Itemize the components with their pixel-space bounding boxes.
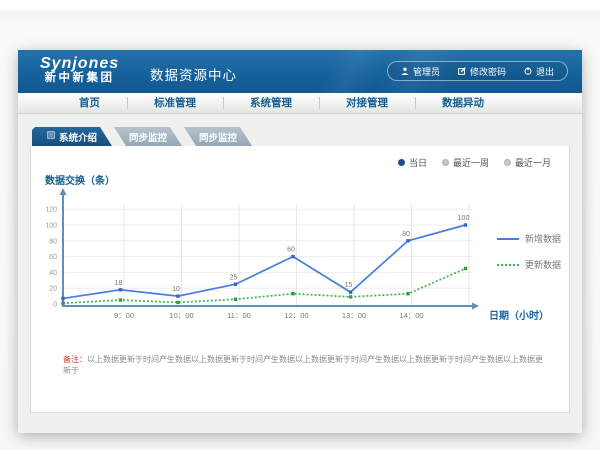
line-chart: 0 20 40 60 80 100 120 9：00 10：00 11：00 12：00 13：00 1… [31, 146, 571, 331]
change-password-button[interactable]: 修改密码 [449, 65, 515, 78]
footnote: 备注：以上数据更新于时间产生数据以上数据更新于时间产生数据以上数据更新于时间产生… [63, 354, 543, 376]
svg-text:11：00: 11：00 [227, 311, 251, 320]
user-icon [401, 67, 409, 75]
svg-text:15: 15 [345, 282, 353, 289]
change-password-label: 修改密码 [470, 65, 506, 78]
svg-text:60: 60 [287, 247, 295, 254]
chart-panel: 当日 最近一周 最近一月 数据交换（条） 0204060801001209：00… [30, 146, 570, 413]
svg-text:40: 40 [49, 270, 57, 277]
footnote-label: 备注： [63, 355, 87, 364]
svg-text:100: 100 [458, 215, 470, 222]
tab-sync-monitor-1[interactable]: 同步监控 [114, 127, 182, 146]
svg-text:80: 80 [402, 231, 410, 238]
tab-bar: 系统介绍 同步监控 同步监控 [32, 127, 570, 146]
svg-text:25: 25 [230, 274, 238, 281]
tab-sync-monitor-2-label: 同步监控 [199, 130, 237, 144]
legend-label: 更新数据 [525, 258, 561, 271]
brand-logo-en: Synjones [40, 55, 119, 72]
app-title: 数据资源中心 [136, 64, 237, 84]
svg-text:100: 100 [45, 223, 57, 230]
legend-label: 新增数据 [525, 232, 561, 245]
series-新增数据: 18 10 25 60 15 80 100 [61, 215, 469, 300]
svg-text:12：00: 12：00 [284, 311, 308, 320]
svg-text:120: 120 [45, 207, 57, 214]
svg-text:14：00: 14：00 [399, 311, 423, 320]
logout-button[interactable]: 退出 [515, 65, 563, 78]
tab-system-intro[interactable]: 系统介绍 [32, 127, 112, 146]
admin-user-button[interactable]: 管理员 [392, 65, 449, 78]
content-area: 系统介绍 同步监控 同步监控 当日 最近一周 [18, 114, 582, 413]
svg-text:10：00: 10：00 [169, 311, 193, 320]
app-header: Synjones 新中新集团 数据资源中心 管理员 修改密码 退出 [18, 50, 582, 93]
legend-item-更新数据[interactable]: 更新数据 [497, 258, 561, 271]
user-actions: 管理员 修改密码 退出 [387, 61, 568, 81]
document-icon [47, 131, 55, 142]
nav-item-interface[interactable]: 对接管理 [319, 93, 415, 113]
tab-sync-monitor-1-label: 同步监控 [129, 130, 167, 144]
app-window: Synjones 新中新集团 数据资源中心 管理员 修改密码 退出 [18, 50, 582, 433]
brand-logo-cn: 新中新集团 [40, 72, 119, 85]
svg-text:80: 80 [49, 238, 57, 245]
chart-legend: 新增数据更新数据 [497, 232, 561, 271]
tab-sync-monitor-2[interactable]: 同步监控 [184, 127, 252, 146]
legend-line-sample [497, 264, 519, 266]
svg-text:9：00: 9：00 [114, 311, 134, 320]
nav-item-system[interactable]: 系统管理 [223, 93, 319, 113]
logout-label: 退出 [536, 65, 554, 78]
svg-text:10: 10 [172, 286, 180, 293]
nav-item-home[interactable]: 首页 [52, 93, 127, 113]
svg-text:18: 18 [115, 280, 123, 287]
svg-text:20: 20 [49, 286, 57, 293]
y-tick-labels: 0 20 40 60 80 100 120 [45, 207, 57, 309]
svg-text:13：00: 13：00 [342, 311, 366, 320]
x-tick-labels: 9：00 10：00 11：00 12：00 13：00 14：00 [114, 311, 424, 320]
brand-logo: Synjones 新中新集团 [40, 55, 119, 85]
x-axis-title: 日期（小时） [489, 307, 549, 322]
svg-text:0: 0 [53, 302, 57, 309]
footnote-text: 以上数据更新于时间产生数据以上数据更新于时间产生数据以上数据更新于时间产生数据以… [63, 355, 543, 375]
legend-item-新增数据[interactable]: 新增数据 [497, 232, 561, 245]
legend-line-sample [497, 238, 519, 240]
nav-item-standards[interactable]: 标准管理 [127, 93, 223, 113]
main-nav: 首页 标准管理 系统管理 对接管理 数据异动 [18, 93, 582, 114]
axes [60, 188, 480, 310]
admin-user-label: 管理员 [413, 65, 440, 78]
tab-system-intro-label: 系统介绍 [59, 130, 97, 144]
svg-text:60: 60 [49, 254, 57, 261]
nav-item-data-change[interactable]: 数据异动 [415, 93, 511, 113]
edit-icon [458, 67, 466, 75]
logout-icon [524, 67, 532, 75]
